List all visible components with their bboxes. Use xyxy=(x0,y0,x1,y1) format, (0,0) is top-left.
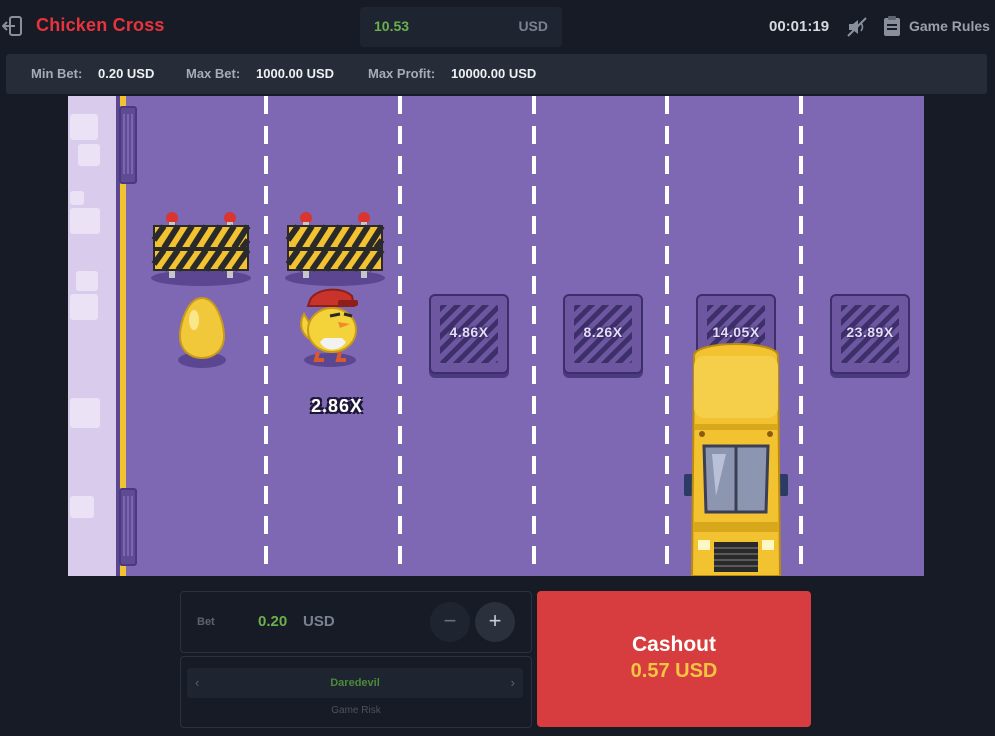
drain-grate xyxy=(119,106,137,184)
lane-multiplier-value: 4.86X xyxy=(449,324,489,340)
road-barrier-icon xyxy=(151,212,251,286)
bet-amount-panel: Bet 0.20 USD − + xyxy=(180,591,532,653)
chevron-right-icon[interactable]: › xyxy=(511,675,515,690)
lane-divider xyxy=(665,96,669,576)
sidewalk xyxy=(68,96,116,576)
lane-divider xyxy=(398,96,402,576)
risk-value: Daredevil xyxy=(330,677,380,689)
lane-multiplier-value: 8.26X xyxy=(583,324,623,340)
lane-multiplier-tile[interactable]: 8.26X xyxy=(563,294,643,374)
bet-label: Bet xyxy=(197,616,215,628)
max-bet-label: Max Bet: xyxy=(186,66,241,81)
balance-value: 10.53 xyxy=(374,18,410,34)
drain-grate xyxy=(119,488,137,566)
risk-label: Game Risk xyxy=(331,705,381,716)
cashout-amount: 0.57 USD xyxy=(630,660,718,682)
school-bus-icon xyxy=(684,343,788,576)
lane-multiplier-value: 23.89X xyxy=(846,324,894,340)
golden-egg-icon xyxy=(178,296,226,368)
max-profit-label: Max Profit: xyxy=(368,66,436,81)
exit-icon[interactable] xyxy=(1,14,24,38)
game-title: Chicken Cross xyxy=(36,15,165,35)
max-profit-value: 10000.00 USD xyxy=(451,66,537,81)
game-board: 2.86X 4.86X 8.26X 14.05X 23.89X xyxy=(68,96,924,576)
current-multiplier: 2.86X xyxy=(310,396,364,416)
decrease-bet-button[interactable]: − xyxy=(430,602,470,642)
game-rules-link[interactable]: Game Rules xyxy=(909,18,990,34)
road-barrier-icon xyxy=(285,212,385,286)
lane-divider xyxy=(532,96,536,576)
chicken-icon xyxy=(300,288,358,367)
session-timer: 00:01:19 xyxy=(769,18,830,35)
bet-limits-bar: Min Bet: 0.20 USD Max Bet: 1000.00 USD M… xyxy=(6,54,987,94)
sound-muted-icon[interactable] xyxy=(846,16,868,38)
risk-selector[interactable]: ‹ Daredevil › xyxy=(187,668,523,698)
cashout-button[interactable]: Cashout 0.57 USD xyxy=(537,591,811,727)
lane-multiplier-tile[interactable]: 23.89X xyxy=(830,294,910,374)
risk-panel: ‹ Daredevil › Game Risk xyxy=(180,656,532,728)
min-bet-value: 0.20 USD xyxy=(98,66,155,81)
cashout-label: Cashout xyxy=(632,633,716,656)
clipboard-icon[interactable] xyxy=(883,15,901,37)
bet-currency: USD xyxy=(303,613,335,630)
max-bet-value: 1000.00 USD xyxy=(256,66,335,81)
bet-amount-input[interactable]: 0.20 xyxy=(258,613,287,630)
balance-currency: USD xyxy=(518,18,548,34)
balance-display: 10.53 USD xyxy=(360,7,562,47)
lane-divider xyxy=(264,96,268,576)
lane-multiplier-tile[interactable]: 4.86X xyxy=(429,294,509,374)
lane-divider xyxy=(799,96,803,576)
top-bar: Chicken Cross 10.53 USD 00:01:19 Game Ru… xyxy=(0,0,995,52)
min-bet-label: Min Bet: xyxy=(31,66,83,81)
increase-bet-button[interactable]: + xyxy=(475,602,515,642)
